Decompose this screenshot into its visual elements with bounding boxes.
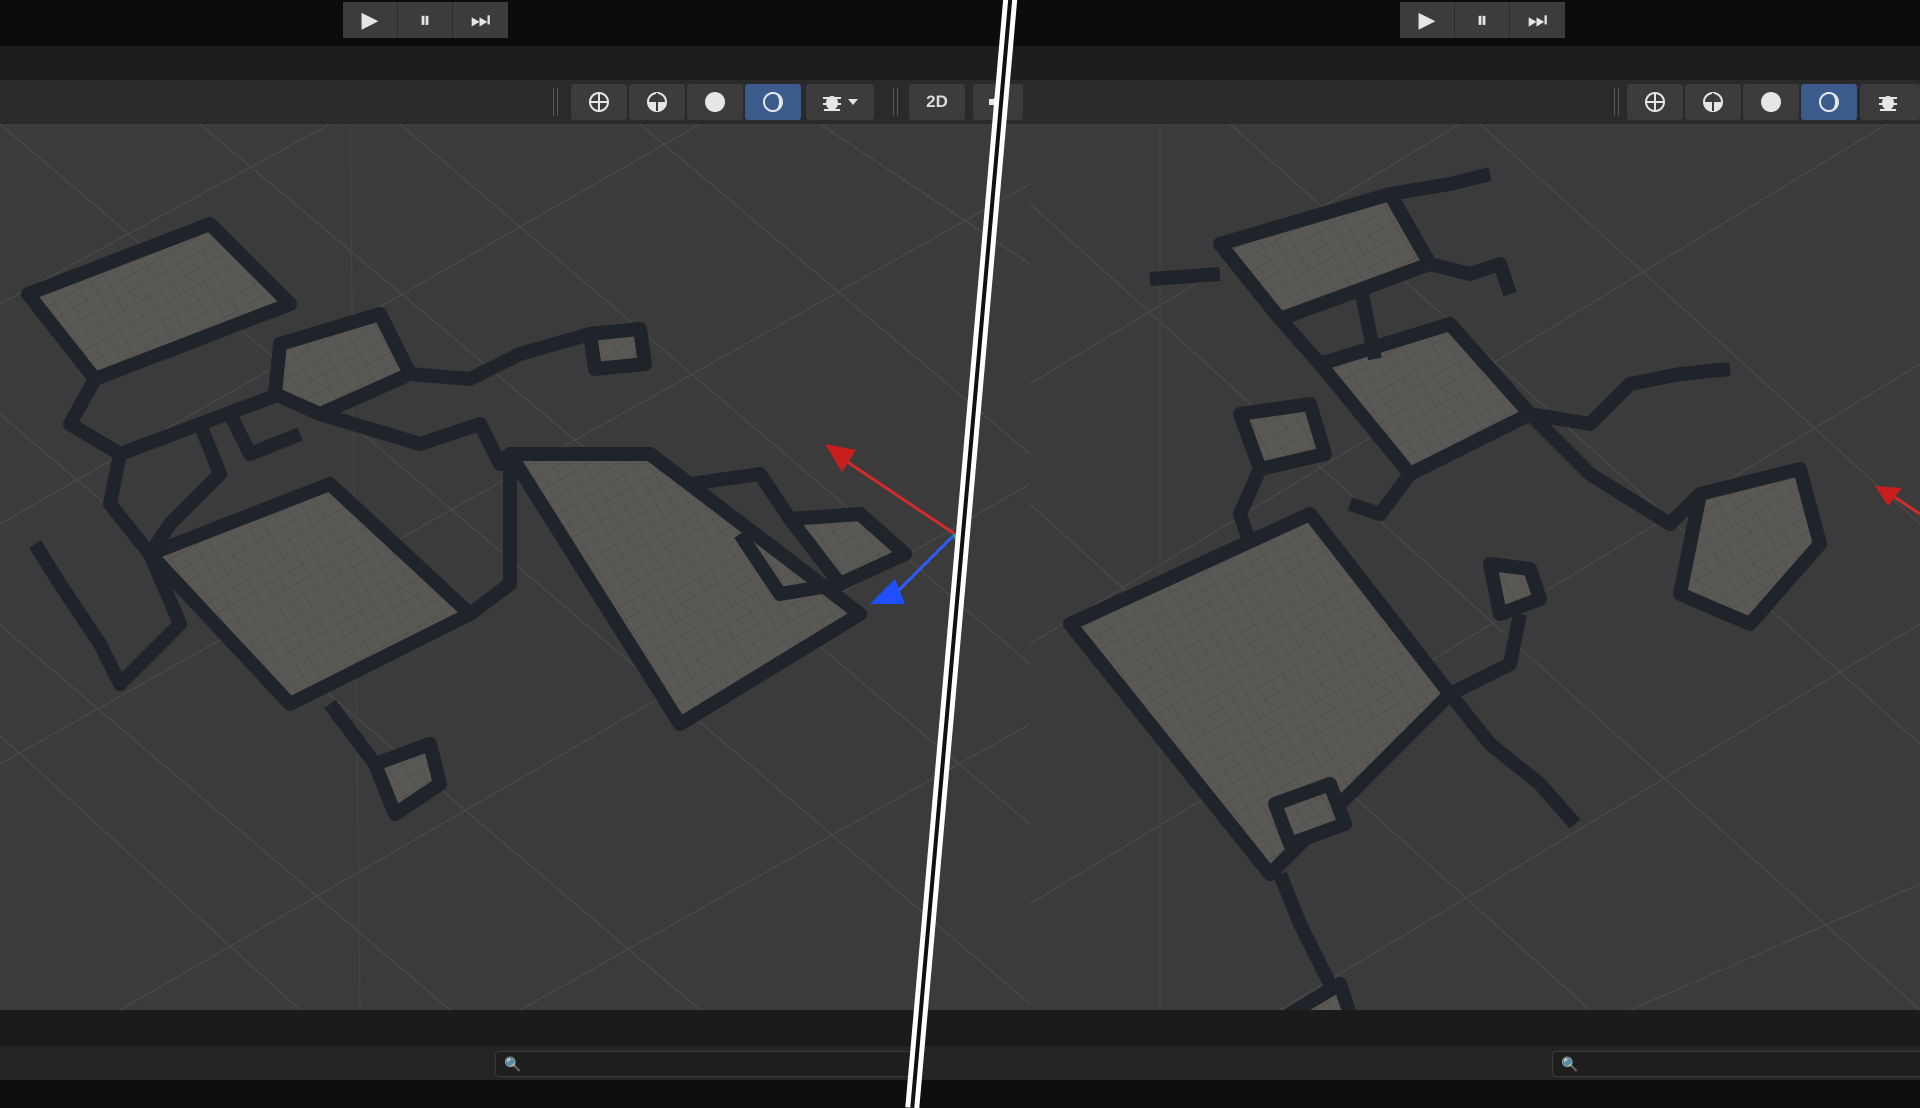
play-controls: ▶ ⏸ ⏭ bbox=[343, 2, 508, 38]
shaded-wireframe-icon[interactable] bbox=[629, 84, 685, 120]
scene-viewport[interactable] bbox=[1030, 124, 1920, 1010]
top-toolbar: ▶ ⏸ ⏭ bbox=[1030, 0, 1920, 46]
view-2d-button[interactable]: 2D bbox=[909, 84, 965, 120]
search-icon: 🔍 bbox=[1561, 1055, 1579, 1072]
scene-toolbar: 2D bbox=[0, 80, 1030, 125]
gizmos-icon[interactable] bbox=[1860, 84, 1920, 120]
hierarchy-bar: 🔍 bbox=[1030, 1046, 1920, 1080]
dungeon-mesh bbox=[21, 217, 912, 821]
gizmo-x-arrow bbox=[825, 444, 856, 472]
toolbar-separator bbox=[1614, 88, 1619, 116]
top-toolbar: ▶ ⏸ ⏭ bbox=[0, 0, 1030, 46]
shaded-wireframe-icon[interactable] bbox=[1685, 84, 1741, 120]
toolbar-separator bbox=[553, 88, 558, 116]
gizmo-z-arrow bbox=[870, 579, 905, 604]
status-bar bbox=[1030, 1010, 1920, 1046]
right-scene-view: ▶ ⏸ ⏭ 🔍 bbox=[1030, 0, 1920, 1080]
tab-strip bbox=[1030, 46, 1920, 80]
lit-shading-icon[interactable] bbox=[745, 84, 801, 120]
pause-button[interactable]: ⏸ bbox=[398, 2, 453, 38]
scene-toolbar bbox=[1030, 80, 1920, 125]
toolbar-separator bbox=[893, 88, 898, 116]
step-button[interactable]: ⏭ bbox=[453, 2, 508, 38]
gizmos-icon[interactable] bbox=[806, 84, 874, 120]
search-field[interactable]: 🔍 bbox=[495, 1051, 915, 1077]
tab-strip bbox=[0, 46, 1030, 80]
search-icon: 🔍 bbox=[504, 1055, 522, 1072]
view-2d-label: 2D bbox=[926, 92, 948, 111]
play-button[interactable]: ▶ bbox=[1400, 2, 1455, 38]
left-scene-view: ▶ ⏸ ⏭ 2D 🔍 bbox=[0, 0, 1030, 1080]
lit-shading-icon[interactable] bbox=[1801, 84, 1857, 120]
hierarchy-bar: 🔍 bbox=[0, 1046, 1030, 1080]
pause-button[interactable]: ⏸ bbox=[1455, 2, 1510, 38]
status-bar bbox=[0, 1010, 1030, 1046]
search-field[interactable]: 🔍 bbox=[1552, 1051, 1920, 1077]
gizmo-x-arrow bbox=[1875, 486, 1902, 506]
step-button[interactable]: ⏭ bbox=[1510, 2, 1565, 38]
play-controls: ▶ ⏸ ⏭ bbox=[1400, 2, 1565, 38]
shaded-icon[interactable] bbox=[687, 84, 743, 120]
transform-gizmo bbox=[1875, 486, 1920, 516]
shaded-icon[interactable] bbox=[1743, 84, 1799, 120]
play-button[interactable]: ▶ bbox=[343, 2, 398, 38]
wireframe-shading-icon[interactable] bbox=[571, 84, 627, 120]
chevron-down-icon[interactable] bbox=[847, 97, 859, 107]
wireframe-shading-icon[interactable] bbox=[1627, 84, 1683, 120]
scene-viewport[interactable] bbox=[0, 124, 1030, 1010]
